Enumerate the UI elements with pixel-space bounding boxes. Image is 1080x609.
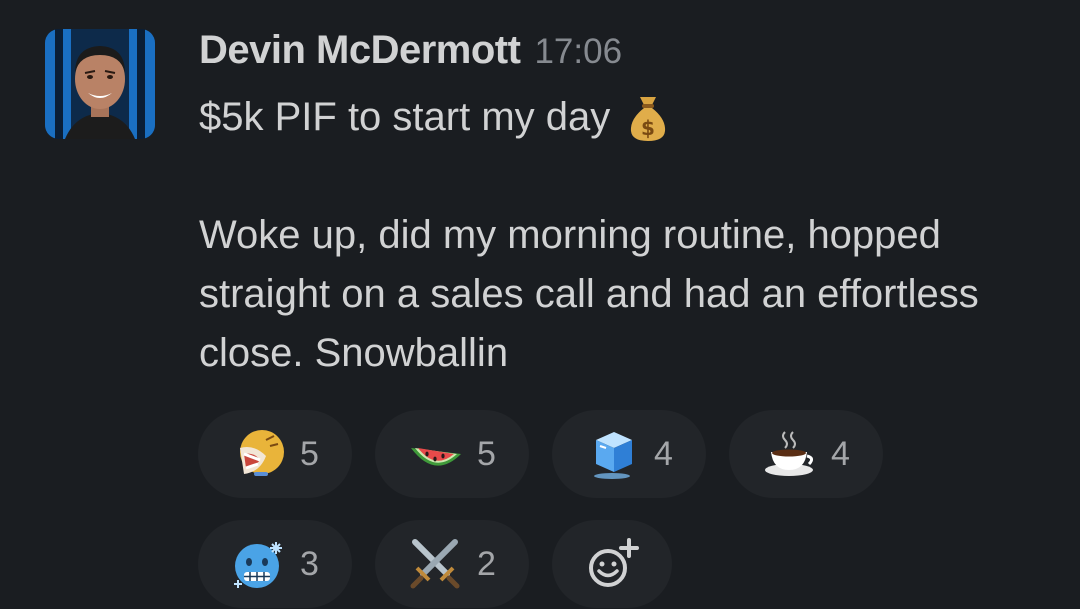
reaction-pill[interactable]: 3: [198, 520, 352, 608]
reaction-count: 3: [300, 544, 319, 583]
reaction-count: 5: [300, 434, 319, 473]
ice-cube-icon: [584, 426, 640, 482]
svg-text:$: $: [641, 116, 655, 140]
message-paragraph: Woke up, did my morning routine, hopped …: [199, 213, 979, 375]
reaction-count: 4: [831, 434, 850, 473]
message-body: Devin McDermott 17:06 $5k PIF to start m…: [199, 28, 1059, 383]
hot-beverage-icon: [761, 426, 817, 482]
laughing-face-icon: [230, 426, 286, 482]
crossed-swords-icon: [407, 536, 463, 592]
reaction-pill[interactable]: 2: [375, 520, 529, 608]
reaction-count: 5: [477, 434, 496, 473]
reaction-pill[interactable]: 4: [552, 410, 706, 498]
message-line-1: $5k PIF to start my day $: [199, 88, 1059, 147]
sender-name[interactable]: Devin McDermott: [199, 28, 521, 73]
watermelon-icon: [407, 426, 463, 482]
reaction-count: 2: [477, 544, 496, 583]
money-bag-icon: $: [626, 93, 670, 143]
reaction-pill[interactable]: 4: [729, 410, 883, 498]
message-text-line-1: $5k PIF to start my day: [199, 95, 611, 139]
reaction-count: 4: [654, 434, 673, 473]
cold-face-icon: [230, 536, 286, 592]
message-header: Devin McDermott 17:06: [199, 28, 1059, 80]
reaction-pill[interactable]: 5: [375, 410, 529, 498]
reaction-pill[interactable]: 5: [198, 410, 352, 498]
message: Devin McDermott 17:06 $5k PIF to start m…: [0, 0, 1080, 609]
add-reaction-button[interactable]: [552, 520, 672, 608]
timestamp[interactable]: 17:06: [534, 32, 622, 72]
add-reaction-icon: [584, 536, 640, 592]
avatar[interactable]: [45, 29, 155, 139]
